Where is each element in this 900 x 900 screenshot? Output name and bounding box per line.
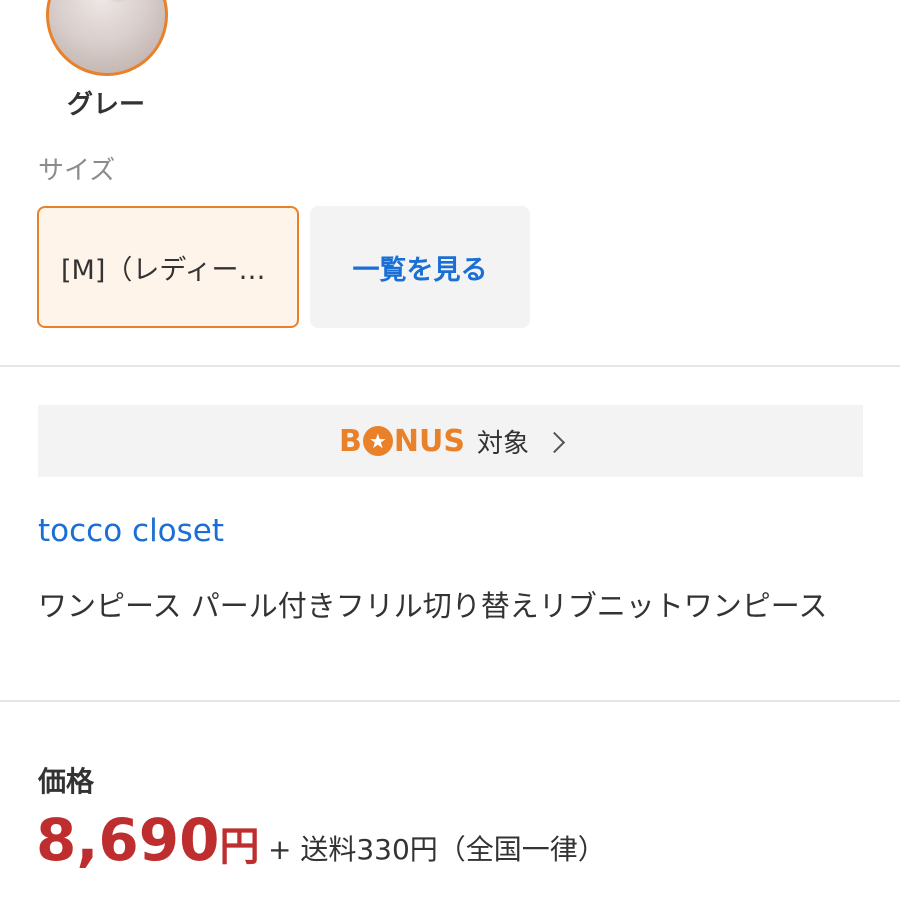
price-unit: 円 [219, 824, 260, 870]
divider [0, 365, 900, 367]
size-option-label: [M]（レディー… [61, 254, 266, 286]
bonus-label: 対象 [476, 428, 529, 459]
bonus-banner[interactable]: B ★ NUS 対象 [38, 405, 863, 477]
divider [0, 700, 900, 702]
shipping-fee: + 送料330円（全国一律） [268, 833, 606, 866]
view-all-sizes-button[interactable]: 一覧を見る [310, 206, 530, 328]
chevron-right-icon [543, 431, 566, 453]
swatch-image-arm [98, 0, 165, 4]
size-heading: サイズ [38, 156, 116, 186]
color-swatch-gray[interactable] [46, 0, 168, 76]
star-icon: ★ [362, 426, 393, 456]
bonus-logo: B ★ NUS [339, 423, 465, 459]
price-amount: 8,690円 [36, 800, 259, 887]
price-heading: 価格 [38, 765, 95, 798]
color-label: グレー [66, 90, 145, 120]
shop-name-link[interactable]: tocco closet [38, 513, 224, 549]
size-option-selected[interactable]: [M]（レディー… [37, 206, 299, 328]
product-title: ワンピース パール付きフリル切り替えリブニットワンピース [38, 589, 828, 623]
price-value: 8,690 [36, 806, 220, 874]
